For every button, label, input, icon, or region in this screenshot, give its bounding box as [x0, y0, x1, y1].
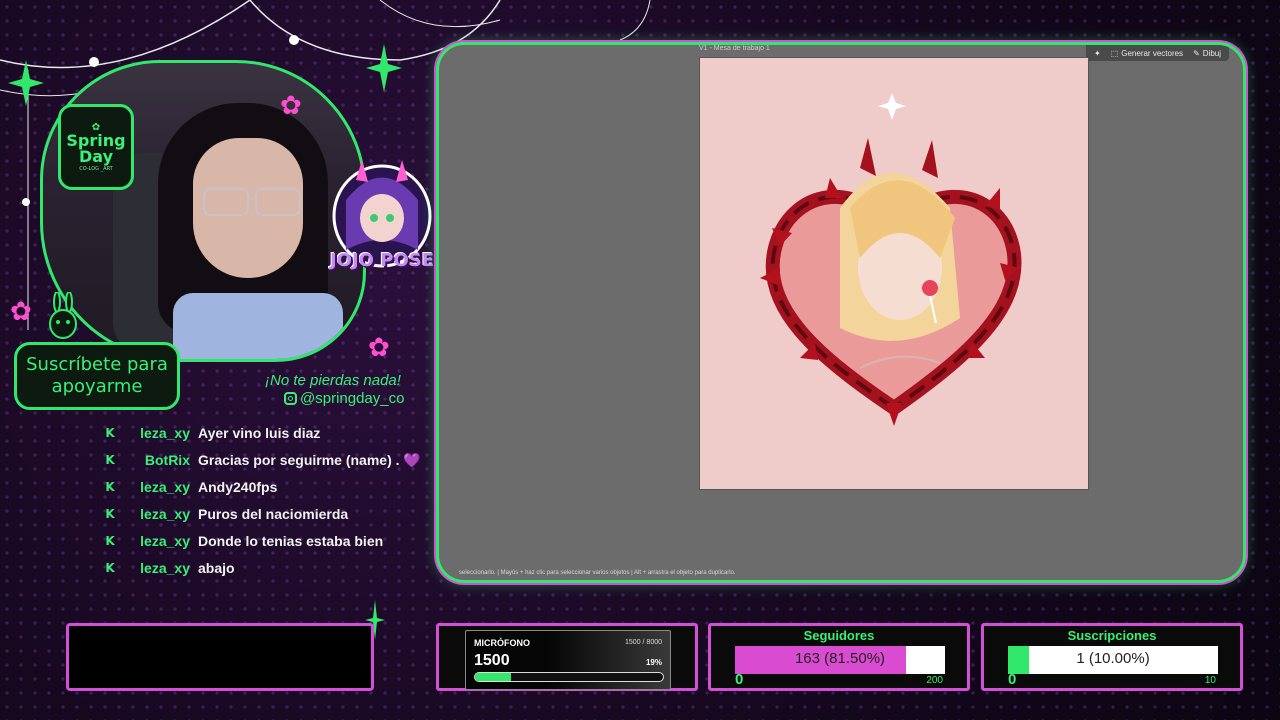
mic-progress-fill	[475, 673, 511, 681]
subs-max: 10	[1204, 675, 1216, 686]
subs-title: Suscripciones	[1067, 628, 1157, 643]
chat-username: leza_xy	[140, 425, 190, 441]
chat-message: K leza_xy Ayer vino luis diaz	[100, 422, 430, 444]
chat-message: K BotRix Gracias por seguirme (name) . 💜	[100, 449, 430, 471]
character-illustration	[760, 93, 1022, 426]
subs-progress-text: 1 (10.00%)	[1076, 650, 1150, 667]
followers-max: 200	[926, 675, 943, 686]
chat-message: K leza_xy abajo	[100, 557, 430, 579]
chat-username: BotRix	[144, 452, 190, 468]
brand-tagline: CO-LOG _ART	[79, 165, 113, 172]
social-handle-row: @springday_co	[284, 390, 404, 407]
generate-vectors-button[interactable]: ⬚ Generar vectores	[1111, 49, 1183, 58]
chat-message: K leza_xy Andy240fps	[100, 476, 430, 498]
chat-text: Andy240fps	[198, 479, 278, 495]
chat-text: Ayer vino luis diaz	[198, 425, 321, 441]
chat-username: leza_xy	[140, 479, 190, 495]
chat-text: Donde lo tenias estaba bien	[198, 533, 384, 549]
generate-vectors-label: Generar vectores	[1121, 48, 1184, 58]
mic-value: 1500	[474, 652, 510, 669]
streamer-shirt	[173, 293, 343, 359]
mic-title: MICRÓFONO	[474, 638, 530, 648]
followers-progress-track: 163 (81.50%)	[735, 646, 945, 674]
sparkle-tool-icon[interactable]: ✦	[1094, 49, 1101, 58]
followers-min: 0	[735, 671, 744, 688]
bunny-mascot-icon	[49, 292, 77, 339]
sparkle-star-icon	[8, 60, 44, 106]
flower-icon: ✿	[368, 332, 390, 362]
chat-username: leza_xy	[140, 506, 190, 522]
followers-goal-widget: Seguidores 163 (81.50%) 0 200	[708, 623, 970, 691]
followers-progress-text: 163 (81.50%)	[794, 650, 886, 667]
chat-username: leza_xy	[140, 533, 190, 549]
kick-icon: K	[105, 507, 115, 521]
kick-icon: K	[105, 426, 115, 440]
microphone-widget: MICRÓFONO 1500 / 8000 1500 19%	[436, 623, 698, 691]
chat-text: Puros del naciomierda	[198, 506, 349, 522]
design-canvas-panel[interactable]: V1 - Mesa de trabajo 1 ✦ ⬚ Generar vecto…	[436, 42, 1246, 583]
mic-progress-track	[474, 672, 664, 682]
status-bar: seleccionarlo. | Mayús + haz clic para s…	[459, 570, 736, 576]
kick-icon: K	[105, 534, 115, 548]
brand-logo: ✿ Spring Day CO-LOG _ART	[58, 104, 134, 190]
artboard[interactable]	[699, 57, 1089, 490]
vector-icon: ⬚	[1110, 48, 1119, 58]
chat-text: Gracias por seguirme (name) . 💜	[198, 452, 421, 468]
subscriptions-goal-widget: Suscripciones 1 (10.00%) 0 10	[981, 623, 1243, 691]
glasses-icon	[203, 188, 249, 216]
subscribe-panel: Suscríbete para apoyarme	[14, 342, 180, 410]
draw-button[interactable]: ✎ Dibuj	[1193, 49, 1221, 58]
canvas-toolbar: ✦ ⬚ Generar vectores ✎ Dibuj	[1085, 45, 1229, 61]
draw-label: Dibuj	[1202, 48, 1221, 58]
microphone-meter: MICRÓFONO 1500 / 8000 1500 19%	[465, 630, 671, 690]
social-handle: @springday_co	[300, 390, 405, 407]
instagram-icon	[284, 392, 297, 405]
sticker-label: JOJO POSE	[329, 250, 435, 271]
flower-icon: ✿	[280, 90, 302, 120]
glasses-icon	[255, 188, 301, 216]
kick-icon: K	[105, 480, 115, 494]
mic-percent: 19%	[645, 658, 662, 667]
subs-min: 0	[1008, 671, 1017, 688]
chat-message: K leza_xy Puros del naciomierda	[100, 503, 430, 525]
kick-icon: K	[105, 561, 115, 575]
chat-text: abajo	[198, 560, 235, 576]
artboard-label: V1 - Mesa de trabajo 1	[699, 45, 770, 52]
mic-range: 1500 / 8000	[625, 639, 662, 646]
alert-box	[66, 623, 374, 691]
followers-title: Seguidores	[803, 628, 875, 643]
chat-username: leza_xy	[140, 560, 190, 576]
kick-icon: K	[105, 453, 115, 467]
flower-icon: ✿	[10, 296, 32, 326]
social-tagline: ¡No te pierdas nada!	[265, 372, 401, 389]
pencil-icon: ✎	[1193, 48, 1200, 58]
brand-line2: Day	[78, 146, 113, 166]
chat-message: K leza_xy Donde lo tenias estaba bien	[100, 530, 430, 552]
chat-feed: K leza_xy Ayer vino luis diaz K BotRix G…	[100, 422, 430, 584]
sparkle-star-icon	[366, 44, 402, 92]
subscribe-text: Suscríbete para apoyarme	[26, 354, 168, 397]
subs-progress-track: 1 (10.00%)	[1008, 646, 1218, 674]
